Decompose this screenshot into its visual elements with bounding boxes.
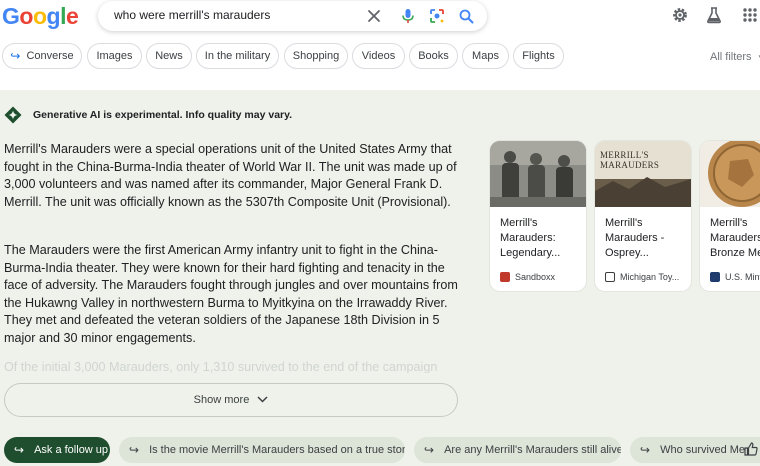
follow-arrow-icon: ↪ (14, 443, 25, 457)
card-title: Merrill's Marauders: Legendary... (500, 217, 561, 259)
chip-label: In the military (204, 50, 271, 62)
card-thumbnail (700, 141, 760, 207)
follow-arrow-icon: ↪ (10, 49, 21, 63)
all-filters-label: All filters (710, 51, 752, 63)
source-card[interactable]: MERRILL'S MARAUDERS Merrill's Marauders … (595, 141, 691, 291)
logo-letter: e (65, 3, 79, 29)
chip-label: Shopping (292, 50, 340, 62)
generative-ai-icon (4, 106, 22, 124)
logo-letter: o (19, 3, 33, 29)
chip-maps[interactable]: Maps (462, 43, 509, 69)
overview-paragraph: Merrill's Marauders were a special opera… (4, 142, 457, 209)
show-more-button[interactable]: Show more (4, 383, 458, 417)
follow-arrow-icon: ↪ (129, 443, 140, 457)
card-source: Michigan Toy... (605, 272, 679, 282)
show-more-label: Show more (193, 394, 250, 406)
card-source: Sandboxx (500, 272, 555, 282)
card-title: Merrill's Marauders - Osprey... (605, 217, 665, 259)
card-source-label: U.S. Mint (725, 272, 760, 282)
ask-follow-up-button[interactable]: ↪ Ask a follow up (4, 437, 110, 463)
generative-ai-label: Generative AI is experimental. Info qual… (33, 109, 293, 121)
ai-overview: Generative AI is experimental. Info qual… (0, 90, 760, 466)
search-icon[interactable] (456, 6, 476, 26)
michigan-toy-favicon-icon (605, 272, 615, 282)
ask-follow-up-label: Ask a follow up (34, 444, 109, 456)
card-source-label: Sandboxx (515, 272, 556, 282)
card-source: U.S. Mint (710, 272, 760, 282)
google-logo[interactable]: Google (2, 1, 79, 31)
filter-chips: ↪ Converse Images News In the military S… (0, 43, 760, 71)
chip-shopping[interactable]: Shopping (284, 43, 348, 69)
chip-label: Maps (472, 50, 499, 62)
chip-label: Images (96, 50, 133, 62)
sandboxx-favicon-icon (500, 272, 510, 282)
chip-converse[interactable]: ↪ Converse (2, 43, 82, 69)
logo-letter: g (46, 3, 61, 29)
search-input[interactable]: who were merrill's marauders (114, 8, 270, 22)
search-box[interactable]: who were merrill's marauders (98, 1, 487, 31)
logo-letter: o (32, 3, 47, 29)
overview-paragraph: The Marauders were the first American Ar… (4, 243, 458, 345)
all-filters-button[interactable]: All filters ▾ (710, 51, 760, 63)
chip-label: Books (418, 50, 449, 62)
chip-label: News (155, 50, 183, 62)
chip-in-the-military[interactable]: In the military (196, 43, 279, 69)
suggested-question-label: Are any Merrill's Marauders still alive? (444, 444, 621, 456)
suggested-question-label: Is the movie Merrill's Marauders based o… (149, 444, 405, 456)
chip-label: Flights (522, 50, 555, 62)
chip-flights[interactable]: Flights (513, 43, 564, 69)
chip-images[interactable]: Images (87, 43, 142, 69)
card-source-label: Michigan Toy... (620, 272, 680, 282)
chip-books[interactable]: Books (409, 43, 458, 69)
chip-news[interactable]: News (146, 43, 192, 69)
labs-icon[interactable] (704, 5, 724, 25)
suggested-question[interactable]: ↪ Are any Merrill's Marauders still aliv… (414, 437, 621, 463)
book-cover-line: MERRILL'S (600, 150, 649, 160)
suggested-question[interactable]: ↪ Is the movie Merrill's Marauders based… (119, 437, 405, 463)
overview-paragraph-faded: Of the initial 3,000 Marauders, only 1,3… (4, 360, 438, 373)
chevron-down-icon (257, 394, 268, 406)
card-thumbnail (490, 141, 586, 207)
lens-icon[interactable] (427, 6, 447, 26)
follow-arrow-icon: ↪ (640, 443, 651, 457)
suggested-question[interactable]: ↪ Who survived Me (630, 437, 760, 463)
clear-icon[interactable] (364, 6, 384, 26)
suggested-question-label: Who survived Me (660, 444, 746, 456)
us-mint-favicon-icon (710, 272, 720, 282)
book-cover-line: MARAUDERS (600, 160, 660, 170)
chip-videos[interactable]: Videos (352, 43, 405, 69)
source-card[interactable]: Merrill's Marauders: Legendary... Sandbo… (490, 141, 586, 291)
source-card[interactable]: Merrill's Marauders Bronze Me... U.S. Mi… (700, 141, 760, 291)
mic-icon[interactable] (398, 6, 418, 26)
book-cover-title: MERRILL'S MARAUDERS (600, 150, 659, 170)
card-title: Merrill's Marauders Bronze Me... (710, 217, 760, 259)
chip-label: Converse (26, 50, 74, 62)
card-thumbnail: MERRILL'S MARAUDERS (595, 141, 691, 207)
logo-letter: G (2, 3, 20, 29)
gear-icon[interactable] (670, 5, 690, 25)
follow-arrow-icon: ↪ (424, 443, 435, 457)
thumbs-up-icon[interactable] (744, 442, 760, 458)
chip-label: Videos (361, 50, 396, 62)
apps-icon[interactable] (740, 5, 760, 25)
